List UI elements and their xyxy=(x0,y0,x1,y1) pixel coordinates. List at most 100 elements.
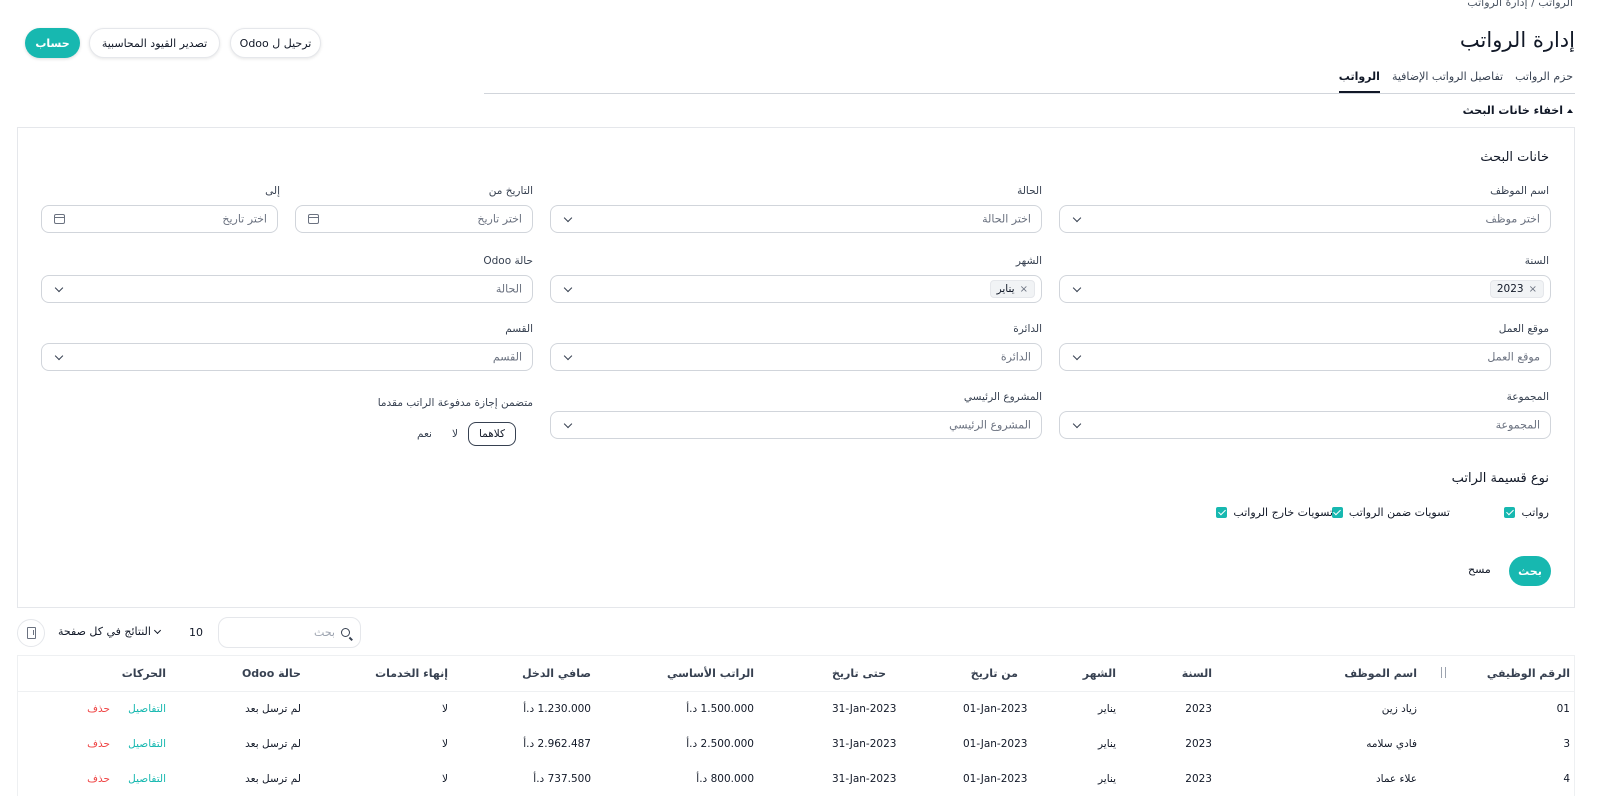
slip-type-external-adjustments[interactable]: تسويات خارج الرواتب xyxy=(1216,506,1333,519)
chevron-down-icon xyxy=(54,351,64,361)
table-header-divider xyxy=(17,691,1575,692)
date-to-label: إلى xyxy=(265,185,280,197)
search-section-title: خانات البحث xyxy=(1480,150,1549,165)
sort-icon[interactable] xyxy=(1439,667,1449,679)
department-select[interactable]: الدائرة xyxy=(550,343,1042,371)
prepaid-leave-label: متضمن إجازة مدفوعة الراتب مقدما xyxy=(377,397,533,409)
delete-link[interactable]: حذف xyxy=(87,773,110,785)
remove-icon[interactable]: × xyxy=(1020,284,1028,295)
clear-button[interactable]: مسح xyxy=(1468,563,1491,576)
chevron-down-icon xyxy=(54,283,64,293)
tab-salary-packages[interactable]: حزم الرواتب xyxy=(1515,70,1573,93)
cell-to-date: 31-Jan-2023 xyxy=(832,773,897,785)
col-actions: الحركات xyxy=(121,667,166,680)
calendar-icon xyxy=(308,214,319,224)
status-select[interactable]: اختر الحالة xyxy=(550,205,1042,233)
status-label: الحالة xyxy=(1017,185,1042,197)
odoo-status-label: حالة Odoo xyxy=(483,255,533,267)
employee-label: اسم الموظف xyxy=(1490,185,1549,197)
details-link[interactable]: التفاصيل xyxy=(128,738,166,750)
prepaid-option-no[interactable]: لا xyxy=(442,423,468,445)
month-chip-value: يناير xyxy=(996,283,1015,295)
details-link[interactable]: التفاصيل xyxy=(128,773,166,785)
slip-type-salaries[interactable]: رواتب xyxy=(1504,506,1549,519)
cell-net-income: 2.962.487 د.أ xyxy=(523,738,591,750)
month-label: الشهر xyxy=(1015,255,1042,267)
group-label: المجموعة xyxy=(1506,391,1549,403)
export-entries-button[interactable]: تصدير القيود المحاسبية xyxy=(89,28,220,58)
chevron-down-icon xyxy=(563,351,573,361)
tab-additional-details[interactable]: تفاصيل الرواتب الإضافية xyxy=(1392,70,1503,93)
date-from-input[interactable]: اختر تاريخ xyxy=(295,205,533,233)
cell-to-date: 31-Jan-2023 xyxy=(832,738,897,750)
department-placeholder: الدائرة xyxy=(1000,350,1031,364)
cell-employee-id: 3 xyxy=(1563,738,1570,750)
tabs-bar: الرواتب تفاصيل الرواتب الإضافية حزم الرو… xyxy=(1338,70,1573,93)
prepaid-leave-segmented: نعم لا كلاهما xyxy=(407,421,517,447)
cell-basic-salary: 1.500.000 د.أ xyxy=(686,703,754,715)
group-placeholder: المجموعة xyxy=(1495,418,1540,432)
col-employee-name: اسم الموظف xyxy=(1344,667,1417,680)
delete-link[interactable]: حذف xyxy=(87,738,110,750)
col-termination: إنهاء الخدمات xyxy=(375,667,448,680)
cell-employee-id: 01 xyxy=(1556,703,1570,715)
cell-month: يناير xyxy=(1097,773,1116,785)
year-label: السنة xyxy=(1524,255,1549,267)
delete-link[interactable]: حذف xyxy=(87,703,110,715)
toggle-search-fields[interactable]: اخفاء خانات البحث xyxy=(1463,104,1573,117)
slip-type-title: نوع قسيمة الراتب xyxy=(1451,471,1549,486)
col-net-income: صافي الدخل xyxy=(522,667,591,680)
page-size-value[interactable]: 10 xyxy=(189,626,203,639)
chevron-down-icon xyxy=(1072,283,1082,293)
prepaid-option-yes[interactable]: نعم xyxy=(407,423,442,445)
breadcrumb: الرواتب / إدارة الرواتب xyxy=(1467,0,1573,9)
cell-termination: لا xyxy=(442,738,448,750)
col-month: الشهر xyxy=(1082,667,1116,680)
month-select[interactable]: يناير × xyxy=(550,275,1042,303)
post-to-odoo-button[interactable]: ترحيل ل Odoo xyxy=(230,28,321,58)
cell-basic-salary: 800.000 د.أ xyxy=(696,773,754,785)
export-document-icon xyxy=(27,627,36,639)
table-search-input[interactable]: بحث xyxy=(218,617,361,648)
per-page-label: النتائج في كل صفحة xyxy=(58,625,151,638)
col-from-date: من تاريخ xyxy=(970,667,1018,680)
remove-icon[interactable]: × xyxy=(1529,284,1537,295)
section-select[interactable]: القسم xyxy=(41,343,533,371)
cell-from-date: 01-Jan-2023 xyxy=(963,773,1028,785)
chevron-down-icon xyxy=(563,419,573,429)
cell-employee-name: زياد زين xyxy=(1381,703,1417,715)
tabs-divider xyxy=(484,93,1575,94)
checkbox-checked-icon xyxy=(1331,507,1343,518)
group-select[interactable]: المجموعة xyxy=(1059,411,1551,439)
tab-salaries[interactable]: الرواتب xyxy=(1338,70,1380,93)
table-search-placeholder: بحث xyxy=(314,626,335,639)
slip-type-internal-adjustments[interactable]: تسويات ضمن الرواتب xyxy=(1331,506,1450,519)
prepaid-option-both[interactable]: كلاهما xyxy=(467,422,517,446)
cell-year: 2023 xyxy=(1185,703,1212,715)
cell-to-date: 31-Jan-2023 xyxy=(832,703,897,715)
per-page-select[interactable]: النتائج في كل صفحة xyxy=(58,625,161,638)
employee-select[interactable]: اختر موظف xyxy=(1059,205,1551,233)
chevron-down-icon xyxy=(153,626,161,634)
odoo-status-select[interactable]: الحالة xyxy=(41,275,533,303)
calendar-icon xyxy=(54,214,65,224)
checkbox-checked-icon xyxy=(1504,507,1516,518)
main-project-label: المشروع الرئيسي xyxy=(963,391,1042,403)
calculate-button[interactable]: حساب xyxy=(25,28,80,58)
cell-termination: لا xyxy=(442,773,448,785)
main-project-select[interactable]: المشروع الرئيسي xyxy=(550,411,1042,439)
col-odoo-status: حالة Odoo xyxy=(241,667,301,680)
cell-year: 2023 xyxy=(1185,773,1212,785)
cell-odoo-status: لم ترسل بعد xyxy=(245,738,301,750)
search-button[interactable]: بحث xyxy=(1509,556,1551,586)
work-location-placeholder: موقع العمل xyxy=(1487,350,1540,364)
slip-type-label: تسويات ضمن الرواتب xyxy=(1348,506,1450,519)
work-location-select[interactable]: موقع العمل xyxy=(1059,343,1551,371)
export-button[interactable] xyxy=(17,619,45,647)
details-link[interactable]: التفاصيل xyxy=(128,703,166,715)
work-location-label: موقع العمل xyxy=(1498,323,1549,335)
slip-type-label: تسويات خارج الرواتب xyxy=(1233,506,1333,519)
date-to-input[interactable]: اختر تاريخ xyxy=(41,205,278,233)
section-label: القسم xyxy=(505,323,533,335)
year-select[interactable]: 2023 × xyxy=(1059,275,1551,303)
